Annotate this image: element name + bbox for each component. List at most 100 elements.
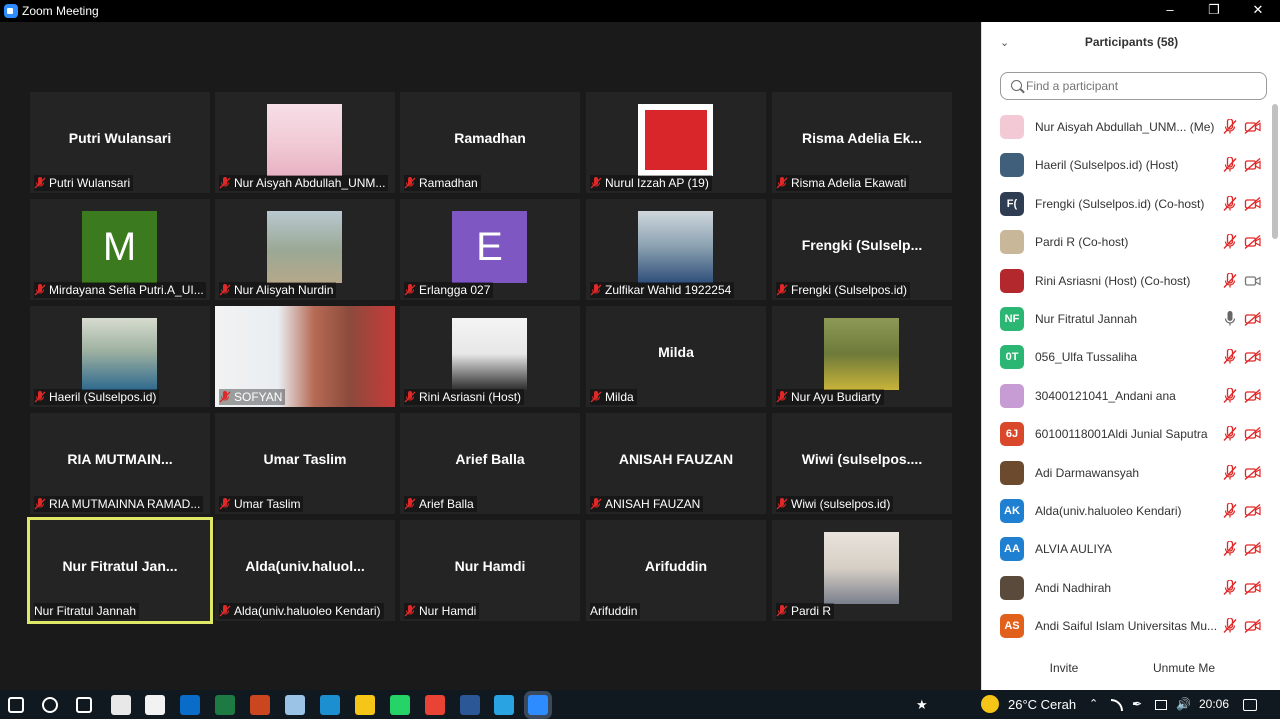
volume-icon[interactable]: 🔊 [1176,697,1191,711]
participant-row[interactable]: Pardi R (Co-host) [982,223,1272,261]
tray-chevron-icon[interactable]: ⌃ [1089,697,1098,710]
video-off-icon[interactable] [1244,157,1262,173]
close-button[interactable]: ✕ [1236,0,1280,22]
participant-row[interactable]: Adi Darmawansyah [982,454,1272,492]
muted-mic-icon[interactable] [1222,156,1238,173]
video-tile[interactable]: Nur Fitratul Jan... Nur Fitratul Jannah [27,517,213,624]
participant-row[interactable]: Rini Asriasni (Host) (Co-host) [982,262,1272,300]
video-off-icon[interactable] [1244,503,1262,519]
video-tile[interactable]: Rini Asriasni (Host) [400,306,580,407]
video-off-icon[interactable] [1244,349,1262,365]
battery-icon[interactable] [1155,700,1167,710]
people-icon[interactable]: ★ [916,697,928,713]
video-off-icon[interactable] [1244,119,1262,135]
video-tile[interactable]: RIA MUTMAIN... RIA MUTMAINNA RAMAD... [30,413,210,514]
video-tile[interactable]: SOFYAN [215,306,395,407]
windows-start-icon[interactable] [8,697,24,713]
video-tile[interactable]: Risma Adelia Ek... Risma Adelia Ekawati [772,92,952,193]
muted-mic-icon[interactable] [1222,233,1238,250]
wifi-icon[interactable] [1111,699,1123,711]
weather-text[interactable]: 26°C Cerah [1008,697,1076,712]
notification-icon[interactable] [1243,699,1257,711]
video-off-icon[interactable] [1244,618,1262,634]
video-tile[interactable]: Arifuddin Arifuddin [586,520,766,621]
participant-row[interactable]: NF Nur Fitratul Jannah [982,300,1272,338]
video-tile[interactable]: Alda(univ.haluol... Alda(univ.haluoleo Ke… [215,520,395,621]
muted-mic-icon[interactable] [1222,348,1238,365]
participant-row[interactable]: 0T 056_Ulfa Tussaliha [982,338,1272,376]
video-off-icon[interactable] [1244,465,1262,481]
video-off-icon[interactable] [1244,580,1262,596]
zoom-icon[interactable] [528,695,548,715]
minimize-button[interactable]: – [1148,0,1192,22]
paint-icon[interactable] [285,695,305,715]
participant-row[interactable]: F(Frengki (Sulselpos.id) (Co-host) [982,185,1272,223]
participant-row[interactable]: AK Alda(univ.haluoleo Kendari) [982,492,1272,530]
video-tile[interactable]: Putri Wulansari Putri Wulansari [30,92,210,193]
muted-mic-icon[interactable] [1222,387,1238,404]
telegram-icon[interactable] [494,695,514,715]
video-tile[interactable]: Haeril (Sulselpos.id) [30,306,210,407]
video-tile[interactable]: Nur Aisyah Abdullah_UNM... [215,92,395,193]
invite-button[interactable]: Invite [1042,656,1086,680]
search-icon[interactable] [42,697,58,713]
video-tile[interactable]: Nur Hamdi Nur Hamdi [400,520,580,621]
store-icon[interactable] [145,695,165,715]
word-icon[interactable] [460,695,480,715]
video-off-icon[interactable] [1244,196,1262,212]
participant-row[interactable]: Nur Aisyah Abdullah_UNM... (Me) [982,108,1272,146]
video-tile[interactable]: ANISAH FAUZAN ANISAH FAUZAN [586,413,766,514]
video-tile[interactable]: Nurul Izzah AP (19) [586,92,766,193]
participant-row[interactable]: Andi Nadhirah [982,569,1272,607]
video-icon[interactable] [1244,273,1262,289]
muted-mic-icon[interactable] [1222,425,1238,442]
participant-row[interactable]: AS Andi Saiful Islam Universitas Mu... [982,607,1272,645]
mic-icon[interactable] [1222,310,1238,327]
video-off-icon[interactable] [1244,388,1262,404]
muted-mic-icon[interactable] [1222,271,1238,289]
video-off-icon[interactable] [1244,311,1262,327]
video-tile[interactable]: Ramadhan Ramadhan [400,92,580,193]
amazon-icon[interactable] [111,695,131,715]
participant-list-scrollbar[interactable] [1272,104,1278,239]
video-tile[interactable]: Wiwi (sulselpos.... Wiwi (sulselpos.id) [772,413,952,514]
muted-mic-icon[interactable] [1222,540,1238,557]
video-tile[interactable]: Frengki (Sulselp... Frengki (Sulselpos.id… [772,199,952,300]
mail-icon[interactable] [180,695,200,715]
muted-mic-icon[interactable] [1222,579,1238,596]
whatsapp-icon[interactable] [390,695,410,715]
video-tile[interactable]: Umar Taslim Umar Taslim [215,413,395,514]
powerpoint-icon[interactable] [250,695,270,715]
chrome-icon[interactable] [425,695,445,715]
muted-mic-icon[interactable] [1222,118,1238,135]
video-tile[interactable]: M Mirdayana Sefia Putri.A_UI... [30,199,210,300]
clock-time[interactable]: 20:06 [1199,697,1229,711]
participant-row[interactable]: 6J 60100118001Aldi Junial Saputra [982,415,1272,453]
video-tile[interactable]: Milda Milda [586,306,766,407]
edge-icon[interactable] [320,695,340,715]
task-view-icon[interactable] [76,697,92,713]
excel-icon[interactable] [215,695,235,715]
pen-icon[interactable]: ✒ [1132,697,1142,711]
muted-mic-icon[interactable] [1222,617,1238,634]
video-off-icon[interactable] [1244,234,1262,250]
muted-mic-icon[interactable] [1222,195,1238,212]
file-explorer-icon[interactable] [355,695,375,715]
muted-mic-icon[interactable] [1222,502,1238,519]
restore-button[interactable]: ❐ [1192,0,1236,22]
video-off-icon[interactable] [1244,541,1262,557]
weather-icon[interactable] [981,695,999,713]
muted-mic-icon[interactable] [1222,463,1238,481]
participant-search[interactable] [1000,72,1267,100]
search-input[interactable] [1026,77,1256,95]
video-off-icon[interactable] [1244,426,1262,442]
video-tile[interactable]: Arief Balla Arief Balla [400,413,580,514]
video-tile[interactable]: Nur Alisyah Nurdin [215,199,395,300]
participant-row[interactable]: AA ALVIA AULIYA [982,530,1272,568]
participant-row[interactable]: 30400121041_Andani ana [982,377,1272,415]
video-tile[interactable]: Pardi R [772,520,952,621]
video-tile[interactable]: Zulfikar Wahid 1922254 [586,199,766,300]
video-tile[interactable]: Nur Ayu Budiarty [772,306,952,407]
unmute-me-button[interactable]: Unmute Me [1148,656,1220,680]
participant-row[interactable]: Haeril (Sulselpos.id) (Host) [982,146,1272,184]
